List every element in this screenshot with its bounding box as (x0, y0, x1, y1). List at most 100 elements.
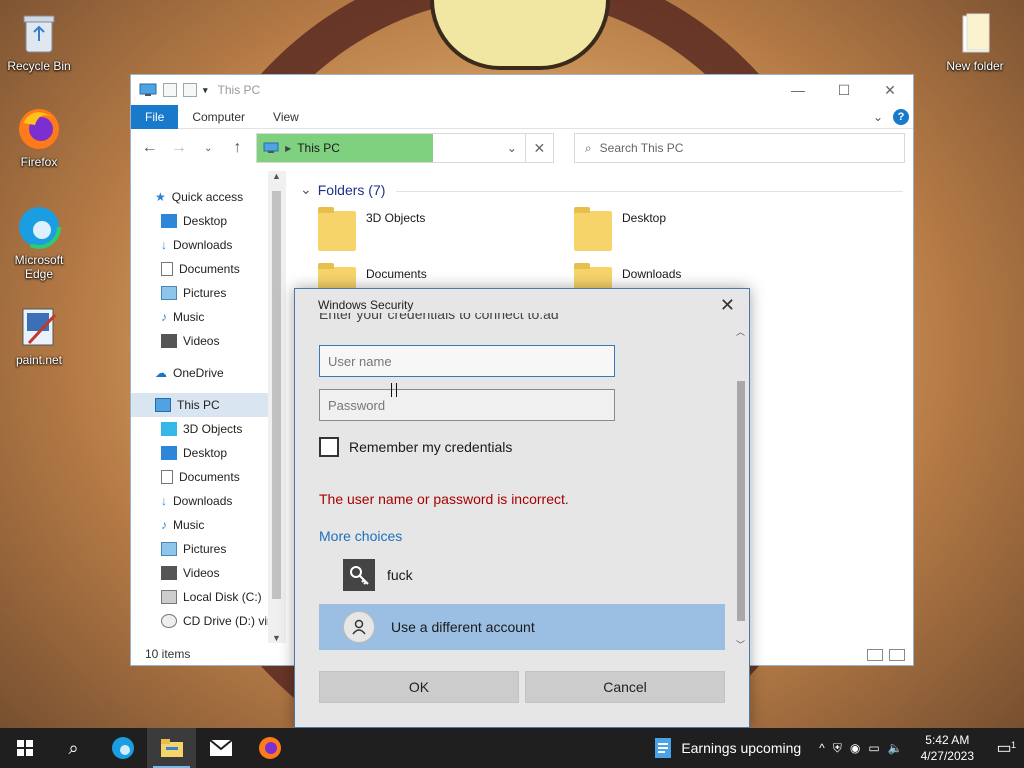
system-tray: ^ ⛨ ◉ ▭ 🔈 (811, 741, 910, 756)
sidebar-item-label: Music (173, 518, 205, 532)
clock-time: 5:42 AM (925, 733, 970, 747)
customize-qat-chevron-icon[interactable]: ▾ (203, 85, 208, 96)
scroll-down-icon[interactable]: ﹀ (736, 638, 745, 651)
sidebar-item-pc-downloads[interactable]: ↓ Downloads (131, 489, 285, 513)
news-widget-label: Earnings upcoming (681, 740, 802, 756)
minimize-button[interactable]: — (775, 75, 821, 105)
details-view-icon[interactable] (867, 649, 883, 661)
sidebar-item-pc-pictures[interactable]: Pictures (131, 537, 285, 561)
cancel-button[interactable]: Cancel (525, 671, 725, 703)
scroll-up-icon[interactable]: ▲ (272, 171, 281, 181)
cube-icon (161, 422, 177, 436)
security-shield-icon[interactable]: ⛨ (833, 741, 842, 756)
computer-icon (263, 142, 279, 153)
folders-group-header[interactable]: ⌄ Folders (7) (300, 181, 385, 198)
sidebar-item-quick-access[interactable]: ★ Quick access (131, 185, 285, 209)
desktop-icon-label: Microsoft Edge (14, 253, 64, 281)
sidebar-item-downloads[interactable]: ↓Downloads📌 (131, 233, 285, 257)
notification-center-button[interactable]: ▭ 1 (984, 738, 1024, 758)
explorer-titlebar[interactable]: ▾ This PC — ☐ ✕ (131, 75, 913, 105)
search-button[interactable]: ⌕ (49, 728, 98, 768)
nav-scrollbar-thumb[interactable] (272, 191, 281, 599)
tab-computer[interactable]: Computer (178, 105, 259, 129)
sidebar-item-this-pc[interactable]: This PC (131, 393, 285, 417)
volume-icon[interactable]: 🔈 (888, 741, 903, 755)
sidebar-item-label: OneDrive (173, 366, 224, 380)
news-widget[interactable]: Earnings upcoming (653, 737, 811, 759)
drive-icon (161, 590, 177, 604)
search-box[interactable]: ⌕ Search This PC (573, 133, 905, 163)
taskbar-mail[interactable] (196, 728, 245, 768)
pictures-icon (161, 286, 177, 300)
properties-icon[interactable] (163, 83, 177, 97)
notification-count-badge: 1 (1010, 740, 1016, 750)
computer-icon (139, 83, 157, 96)
sidebar-item-local-disk[interactable]: Local Disk (C:) (131, 585, 285, 609)
sidebar-item-pc-desktop[interactable]: Desktop (131, 441, 285, 465)
close-button[interactable]: ✕ (867, 75, 913, 105)
desktop-icon-edge[interactable]: Microsoft Edge (2, 204, 76, 281)
sidebar-item-documents[interactable]: Documents📌 (131, 257, 285, 281)
remember-credentials-label: Remember my credentials (349, 439, 513, 455)
username-field[interactable] (319, 345, 615, 377)
folder-tile-3d-objects[interactable]: 3D Objects (318, 207, 425, 251)
taskbar-firefox[interactable] (245, 728, 294, 768)
sidebar-item-onedrive[interactable]: ☁ OneDrive (131, 361, 285, 385)
ribbon-tabs: File Computer View ⌄ ? (131, 104, 913, 129)
maximize-button[interactable]: ☐ (821, 75, 867, 105)
expand-ribbon-chevron-icon[interactable]: ⌄ (873, 110, 883, 124)
videos-icon (161, 566, 177, 580)
network-icon[interactable]: ▭ (868, 741, 879, 755)
sidebar-item-videos[interactable]: Videos (131, 329, 285, 353)
desktop-icon-firefox[interactable]: Firefox (2, 106, 76, 169)
camera-icon[interactable]: ◉ (850, 741, 860, 755)
remember-credentials-row[interactable]: Remember my credentials (319, 437, 512, 457)
address-dropdown-icon[interactable]: ⌄ (507, 141, 517, 155)
taskbar-edge[interactable] (98, 728, 147, 768)
saved-credential-item[interactable]: fuck (343, 559, 413, 591)
desktop-icon-new-folder[interactable]: New folder (938, 10, 1012, 73)
taskbar-clock[interactable]: 5:42 AM 4/27/2023 (911, 732, 984, 764)
desktop-icon-label: New folder (946, 59, 1004, 73)
up-arrow-icon[interactable]: ↑ (227, 139, 248, 157)
folder-tile-desktop[interactable]: Desktop (574, 207, 666, 251)
ok-button[interactable]: OK (319, 671, 519, 703)
sidebar-item-3d-objects[interactable]: 3D Objects (131, 417, 285, 441)
more-choices-link[interactable]: More choices (319, 528, 402, 544)
scroll-down-icon[interactable]: ▼ (272, 633, 281, 643)
scroll-up-icon[interactable]: ︿ (736, 325, 745, 338)
recent-locations-chevron-icon[interactable]: ⌄ (198, 143, 219, 154)
remember-credentials-checkbox[interactable] (319, 437, 339, 457)
taskbar-file-explorer[interactable] (147, 728, 196, 768)
nav-scrollbar[interactable]: ▲ ▼ (268, 171, 285, 643)
sidebar-item-pc-music[interactable]: ♪ Music (131, 513, 285, 537)
sidebar-item-cd-drive[interactable]: CD Drive (D:) virt (131, 609, 285, 633)
dialog-scrollbar-thumb[interactable] (737, 381, 745, 621)
password-field[interactable] (319, 389, 615, 421)
breadcrumb-this-pc[interactable]: This PC (297, 141, 340, 155)
help-icon[interactable]: ? (893, 108, 909, 125)
computer-icon (155, 398, 171, 412)
desktop-icon-recycle-bin[interactable]: Recycle Bin (2, 10, 76, 73)
desktop-icon-paintnet[interactable]: paint.net (2, 304, 76, 367)
forward-arrow-icon[interactable]: → (168, 139, 189, 157)
sidebar-item-music[interactable]: ♪ Music (131, 305, 285, 329)
sidebar-item-pc-videos[interactable]: Videos (131, 561, 285, 585)
taskbar: ⌕ Earnings upcoming ^ ⛨ ◉ ▭ 🔈 5:42 AM 4/… (0, 728, 1024, 768)
address-bar[interactable]: ▶ This PC ⌄ ✕ (256, 133, 554, 163)
new-folder-icon[interactable] (183, 83, 197, 97)
back-arrow-icon[interactable]: ← (139, 139, 160, 157)
sidebar-item-desktop[interactable]: Desktop📌 (131, 209, 285, 233)
clear-address-icon[interactable]: ✕ (524, 134, 553, 162)
breadcrumb-separator-icon[interactable]: ▶ (285, 144, 291, 153)
large-icons-view-icon[interactable] (889, 649, 905, 661)
tab-view[interactable]: View (259, 105, 313, 129)
sidebar-item-pictures[interactable]: Pictures📌 (131, 281, 285, 305)
tab-file[interactable]: File (131, 104, 179, 129)
use-different-account-label: Use a different account (391, 619, 535, 635)
start-button[interactable] (0, 728, 49, 768)
sidebar-item-pc-documents[interactable]: Documents (131, 465, 285, 489)
use-different-account-item[interactable]: Use a different account (319, 604, 725, 650)
show-hidden-icons-chevron-icon[interactable]: ^ (819, 741, 825, 755)
dialog-scrollbar[interactable]: ︿ ﹀ (734, 325, 748, 651)
